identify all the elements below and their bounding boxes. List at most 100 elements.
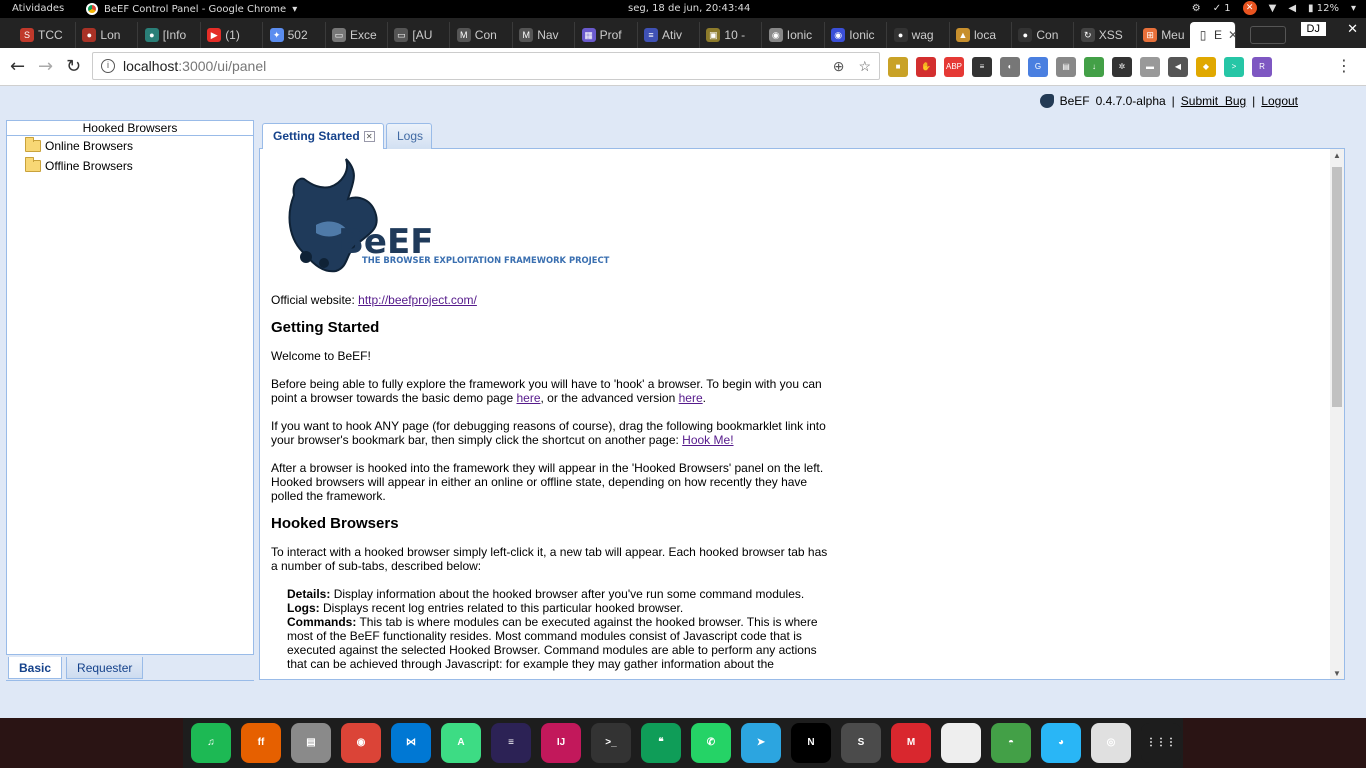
intellij-icon[interactable]: IJ [541,723,581,763]
official-website-link[interactable]: http://beefproject.com/ [358,293,477,307]
browser-tab[interactable]: ● [Info [139,22,201,48]
favicon-icon: M [456,28,471,42]
logout-link[interactable]: Logout [1261,94,1298,108]
download-icon[interactable]: ↓ [1084,57,1104,77]
browser-tab[interactable]: ◉ Ionic [763,22,825,48]
content-scrollbar[interactable]: ▲ ▼ [1330,149,1344,679]
browser-tab[interactable]: ● Con [1012,22,1075,48]
chrome-icon[interactable]: ◉ [341,723,381,763]
battery-icon[interactable]: ▮ 12% [1308,3,1339,14]
browser-tab[interactable]: M Con [451,22,513,48]
back-icon[interactable]: ← [10,56,25,77]
translate-icon[interactable]: G [1028,57,1048,77]
terminal-icon[interactable]: >_ [591,723,631,763]
tab-label: Logs [397,129,424,143]
ext-bulb-icon[interactable]: ◐ [1000,57,1020,77]
close-tab-icon[interactable]: ✕ [1228,28,1235,42]
android-studio-icon[interactable]: A [441,723,481,763]
tab-requester[interactable]: Requester [66,657,144,679]
files-icon[interactable]: ▤ [291,723,331,763]
ext-1-icon[interactable]: ■ [888,57,908,77]
close-tab-icon[interactable]: ✕ [363,131,375,142]
hangouts-icon[interactable]: ❝ [641,723,681,763]
zoom-icon[interactable]: ⊕ [833,58,845,75]
reload-icon[interactable]: ↻ [66,56,81,77]
mega-icon[interactable]: M [891,723,931,763]
info-icon[interactable]: i [101,59,115,73]
browser-tab[interactable]: S TCC [14,22,76,48]
clock[interactable]: seg, 18 de jun, 20:43:44 [628,3,750,14]
telegram-icon[interactable]: ➤ [741,723,781,763]
browser-tab[interactable]: ✦ 502 [264,22,326,48]
activities-button[interactable]: Atividades [12,3,64,14]
ext-tag-icon[interactable]: ◆ [1196,57,1216,77]
browser-tab-active[interactable]: ▯ E ✕ [1190,22,1236,48]
tree-item-offline-browsers[interactable]: Offline Browsers [7,156,253,176]
new-tab-button[interactable] [1250,26,1286,44]
system-tray[interactable]: ⚙ ✓ 1 ✕ ▼ ◀ ▮ 12% ▾ [1192,1,1356,15]
document-icon[interactable] [941,723,981,763]
wifi-icon[interactable]: ▼ [1269,3,1277,14]
eclipse-icon[interactable]: ≡ [491,723,531,763]
turtle-icon[interactable]: ◓ [991,723,1031,763]
app-menu[interactable]: BeEF Control Panel - Google Chrome ▾ [86,3,297,15]
address-bar[interactable]: i localhost:3000/ui/panel ⊕ ☆ [92,52,880,80]
browser-tab[interactable]: ● wag [888,22,950,48]
flag-icon[interactable]: ≡ [972,57,992,77]
browser-tab[interactable]: ▭ [AU [388,22,451,48]
browser-tab-label: (1) [225,28,240,42]
tab-logs[interactable]: Logs [386,123,433,149]
volume-icon[interactable]: ◀ [1288,3,1296,14]
window-close-icon[interactable]: ✕ [1347,22,1358,37]
ext-r-icon[interactable]: R [1252,57,1272,77]
browser-tab[interactable]: ▲ loca [950,22,1012,48]
browser-tab[interactable]: ● Lon [76,22,139,48]
browser-tab[interactable]: ≡ Ativ [638,22,700,48]
basic-demo-link[interactable]: here [516,391,540,405]
browser-tab[interactable]: ◉ Ionic [825,22,888,48]
browser-tab[interactable]: ▦ Prof [576,22,638,48]
ext-chart-icon[interactable]: ▤ [1056,57,1076,77]
sublime-icon[interactable]: S [841,723,881,763]
tab-getting-started[interactable]: Getting Started ✕ [262,123,384,150]
ext-stop-icon[interactable]: ✋ [916,57,936,77]
browser-tab[interactable]: M Nav [513,22,576,48]
app-grid-icon[interactable]: ⋮⋮⋮ [1141,723,1181,763]
netflix-icon[interactable]: N [791,723,831,763]
scroll-down-icon[interactable]: ▼ [1333,669,1341,678]
ext-sound-icon[interactable]: ◀ [1168,57,1188,77]
power-menu-icon[interactable]: ▾ [1351,3,1356,14]
favicon-icon: ▣ [706,28,721,42]
adblock-icon[interactable]: ABP [944,57,964,77]
viewer-icon[interactable]: ◎ [1091,723,1131,763]
ext-terminal-icon[interactable]: > [1224,57,1244,77]
scroll-thumb[interactable] [1332,167,1342,407]
vscode-icon[interactable]: ⋈ [391,723,431,763]
ext-box-icon[interactable]: ▬ [1140,57,1160,77]
browser-tab[interactable]: ▶ (1) [201,22,264,48]
chrome-menu-icon[interactable]: ⋮ [1336,56,1352,75]
elephant-icon[interactable]: ◕ [1041,723,1081,763]
favicon-icon: ● [1018,28,1033,42]
forward-icon[interactable]: → [38,56,53,77]
notification-icon[interactable]: ✕ [1242,1,1257,15]
firefox-icon[interactable]: ff [241,723,281,763]
whatsapp-icon[interactable]: ✆ [691,723,731,763]
system-top-bar: Atividades BeEF Control Panel - Google C… [0,0,1366,18]
spotify-icon[interactable]: ♫ [191,723,231,763]
check-icon[interactable]: ✓ 1 [1213,3,1231,14]
profile-button[interactable]: DJ [1300,22,1326,36]
settings-icon[interactable]: ⚙ [1192,3,1201,14]
tab-basic[interactable]: Basic [8,657,63,679]
browser-tab[interactable]: ▭ Exce [326,22,388,48]
tree-item-online-browsers[interactable]: Online Browsers [7,136,253,156]
scroll-up-icon[interactable]: ▲ [1333,151,1341,160]
submit-bug-link[interactable]: Submit Bug [1181,94,1246,108]
hook-me-link[interactable]: Hook Me! [682,433,733,447]
browser-tab-label: Lon [100,28,121,42]
browser-tab[interactable]: ↻ XSS [1075,22,1137,48]
advanced-demo-link[interactable]: here [679,391,703,405]
ext-gear-icon[interactable]: ✲ [1112,57,1132,77]
browser-tab[interactable]: ▣ 10 - [700,22,763,48]
bookmark-star-icon[interactable]: ☆ [858,58,871,75]
